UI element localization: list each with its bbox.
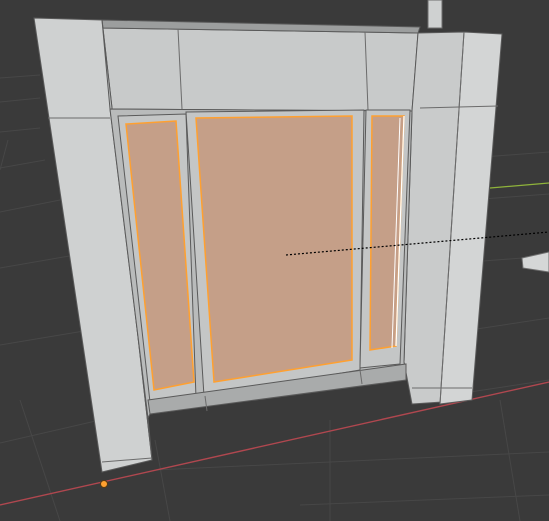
background-post (427, 0, 443, 29)
origin-point-icon[interactable] (100, 480, 108, 488)
viewport-canvas[interactable] (0, 0, 549, 521)
lintel-face[interactable] (101, 27, 419, 112)
3d-viewport[interactable] (0, 0, 549, 521)
center-door-panel[interactable] (195, 115, 353, 383)
